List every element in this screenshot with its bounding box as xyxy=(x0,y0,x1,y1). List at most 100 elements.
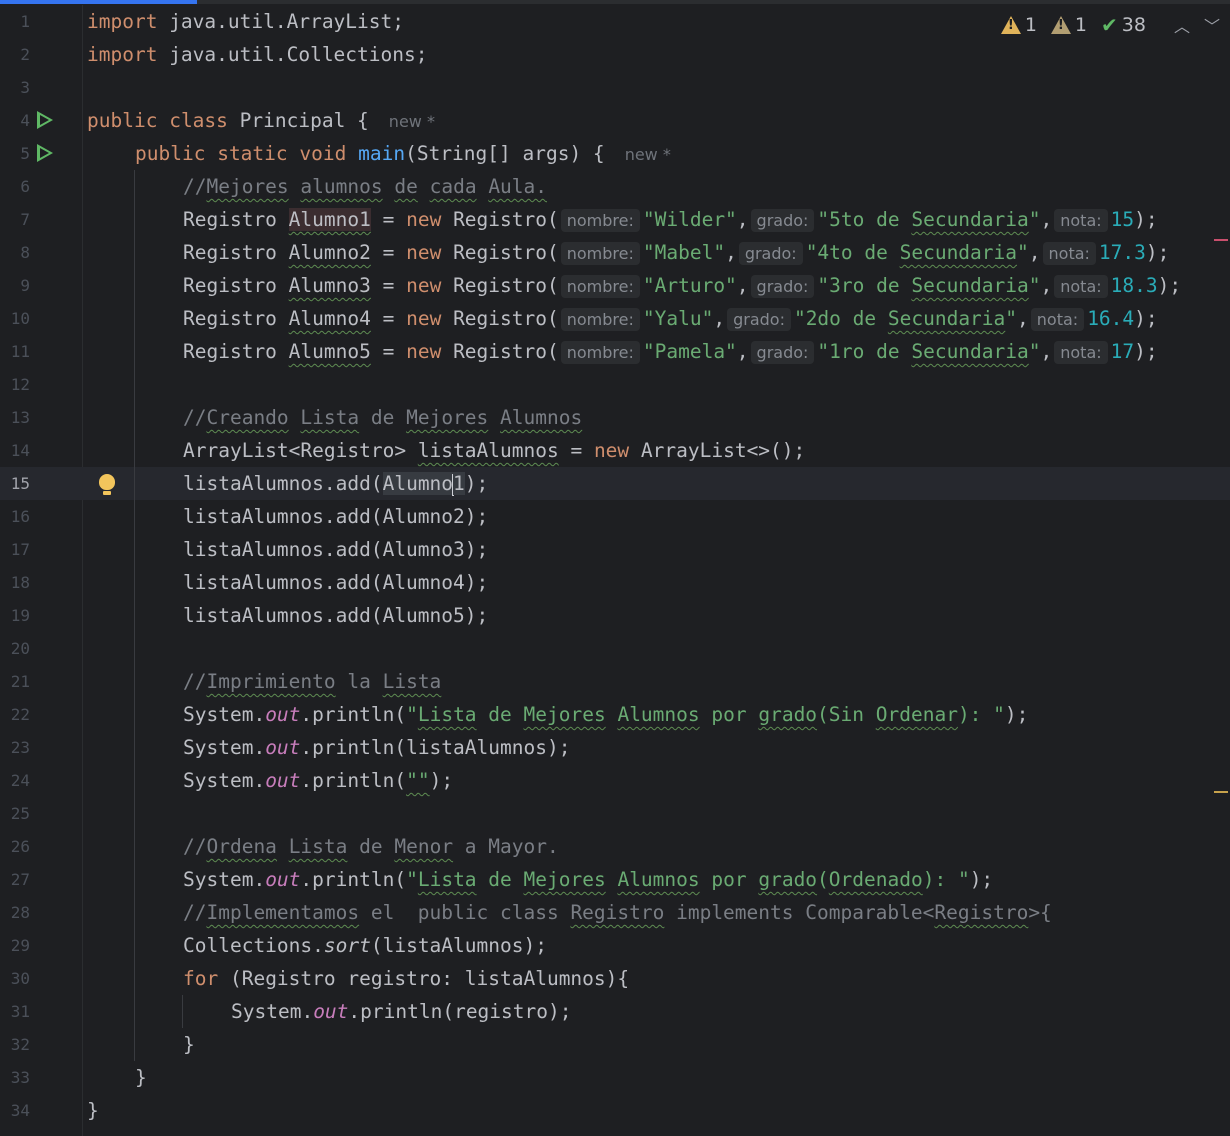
code-line[interactable]: 18 listaAlumnos.add(Alumno4); xyxy=(0,566,1230,599)
code-editor[interactable]: 1 import java.util.ArrayList; 2 import j… xyxy=(0,5,1230,1127)
indent-guide xyxy=(134,764,135,797)
code-line[interactable]: 5 public static void main(String[] args)… xyxy=(0,137,1230,170)
line-number: 10 xyxy=(10,309,30,328)
code-line[interactable]: 7 Registro Alumno1 = new Registro(nombre… xyxy=(0,203,1230,236)
code-line[interactable]: 12 xyxy=(0,368,1230,401)
code-line[interactable]: 1 import java.util.ArrayList; xyxy=(0,5,1230,38)
indent-guide xyxy=(134,995,135,1028)
param-hint-nombre: nombre: xyxy=(560,242,640,265)
run-icon[interactable] xyxy=(37,111,53,129)
code-text: import java.util.Collections; xyxy=(87,43,428,66)
code-line[interactable]: 29 Collections.sort(listaAlumnos); xyxy=(0,929,1230,962)
code-line[interactable]: 10 Registro Alumno4 = new Registro(nombr… xyxy=(0,302,1230,335)
line-number: 24 xyxy=(10,771,30,790)
param-hint-nombre: nombre: xyxy=(560,308,640,331)
param-hint-grado: grado: xyxy=(750,275,815,298)
code-line[interactable]: 27 System.out.println("Lista de Mejores … xyxy=(0,863,1230,896)
code-line[interactable]: 3 xyxy=(0,71,1230,104)
line-number: 6 xyxy=(20,177,30,196)
code-line[interactable]: 32 } xyxy=(0,1028,1230,1061)
code-line[interactable]: 26 //Ordena Lista de Menor a Mayor. xyxy=(0,830,1230,863)
indent-guide xyxy=(134,698,135,731)
line-number: 19 xyxy=(10,606,30,625)
code-line[interactable]: 33 } xyxy=(0,1061,1230,1094)
line-number: 26 xyxy=(10,837,30,856)
code-line[interactable]: 4 public class Principal {new * xyxy=(0,104,1230,137)
code-line[interactable]: 14 ArrayList<Registro> listaAlumnos = ne… xyxy=(0,434,1230,467)
line-number: 34 xyxy=(10,1101,30,1120)
code-line[interactable]: 31 System.out.println(registro); xyxy=(0,995,1230,1028)
indent-guide xyxy=(134,665,135,698)
line-number: 15 xyxy=(10,474,30,493)
code-line[interactable]: 6 //Mejores alumnos de cada Aula. xyxy=(0,170,1230,203)
code-line[interactable]: 8 Registro Alumno2 = new Registro(nombre… xyxy=(0,236,1230,269)
indent-guide xyxy=(134,929,135,962)
indent-guide xyxy=(134,434,135,467)
code-line[interactable]: 21 //Imprimiento la Lista xyxy=(0,665,1230,698)
code-line[interactable]: 23 System.out.println(listaAlumnos); xyxy=(0,731,1230,764)
code-line[interactable]: 2 import java.util.Collections; xyxy=(0,38,1230,71)
code-line[interactable]: 16 listaAlumnos.add(Alumno2); xyxy=(0,500,1230,533)
indent-guide xyxy=(134,533,135,566)
code-line[interactable]: 34 } xyxy=(0,1094,1230,1127)
code-line[interactable]: 9 Registro Alumno3 = new Registro(nombre… xyxy=(0,269,1230,302)
code-line[interactable]: 20 xyxy=(0,632,1230,665)
code-line[interactable]: 25 xyxy=(0,797,1230,830)
indent-guide xyxy=(134,863,135,896)
code-comment: //Implementamos el public class Registro… xyxy=(183,901,1052,924)
code-line[interactable]: 30 for (Registro registro: listaAlumnos)… xyxy=(0,962,1230,995)
line-number: 21 xyxy=(10,672,30,691)
line-number: 22 xyxy=(10,705,30,724)
line-number: 30 xyxy=(10,969,30,988)
line-number: 8 xyxy=(20,243,30,262)
param-hint-nota: nota: xyxy=(1030,308,1085,331)
line-number: 29 xyxy=(10,936,30,955)
code-text: listaAlumnos.add(Alumno2); xyxy=(183,505,489,528)
code-line[interactable]: 17 listaAlumnos.add(Alumno3); xyxy=(0,533,1230,566)
line-number: 5 xyxy=(20,144,30,163)
indent-guide xyxy=(134,731,135,764)
code-text: listaAlumnos.add(Alumno5); xyxy=(183,604,489,627)
line-number: 3 xyxy=(20,78,30,97)
line-number: 11 xyxy=(10,342,30,361)
author-hint[interactable]: new * xyxy=(625,145,671,164)
code-line-current[interactable]: 15 listaAlumnos.add(Alumno1); xyxy=(0,467,1230,500)
line-number: 28 xyxy=(10,903,30,922)
code-text: listaAlumnos.add(Alumno3); xyxy=(183,538,489,561)
param-hint-grado: grado: xyxy=(738,242,803,265)
indent-guide xyxy=(134,896,135,929)
code-line[interactable]: 13 //Creando Lista de Mejores Alumnos xyxy=(0,401,1230,434)
indent-guide xyxy=(134,203,135,236)
code-line[interactable]: 28 //Implementamos el public class Regis… xyxy=(0,896,1230,929)
line-number: 12 xyxy=(10,375,30,394)
line-number: 1 xyxy=(20,12,30,31)
indent-guide xyxy=(134,632,135,665)
code-text: listaAlumnos.add(Alumno1); xyxy=(183,472,489,496)
line-number: 31 xyxy=(10,1002,30,1021)
code-text: public static void main(String[] args) {… xyxy=(135,142,671,165)
code-line[interactable]: 19 listaAlumnos.add(Alumno5); xyxy=(0,599,1230,632)
code-text: listaAlumnos.add(Alumno4); xyxy=(183,571,489,594)
code-text: Registro Alumno5 = new Registro(nombre: "… xyxy=(183,340,1158,364)
code-comment: //Mejores alumnos de cada Aula. xyxy=(183,175,548,198)
line-number: 2 xyxy=(20,45,30,64)
indent-guide xyxy=(134,170,135,203)
run-icon[interactable] xyxy=(37,144,53,162)
param-hint-nota: nota: xyxy=(1042,242,1096,265)
indent-guide xyxy=(134,467,135,500)
indent-guide xyxy=(134,1028,135,1061)
line-number: 33 xyxy=(10,1068,30,1087)
line-number: 7 xyxy=(20,210,30,229)
line-number: 23 xyxy=(10,738,30,757)
code-line[interactable]: 22 System.out.println("Lista de Mejores … xyxy=(0,698,1230,731)
progress-fill xyxy=(0,0,197,4)
code-text: for (Registro registro: listaAlumnos){ xyxy=(183,967,630,990)
code-line[interactable]: 24 System.out.println(""); xyxy=(0,764,1230,797)
author-hint[interactable]: new * xyxy=(389,112,435,131)
code-text: Registro Alumno4 = new Registro(nombre: "… xyxy=(183,307,1158,331)
code-text: } xyxy=(135,1066,147,1089)
line-number: 18 xyxy=(10,573,30,592)
bulb-icon[interactable] xyxy=(99,474,115,495)
code-text: System.out.println(registro); xyxy=(231,1000,572,1023)
code-line[interactable]: 11 Registro Alumno5 = new Registro(nombr… xyxy=(0,335,1230,368)
